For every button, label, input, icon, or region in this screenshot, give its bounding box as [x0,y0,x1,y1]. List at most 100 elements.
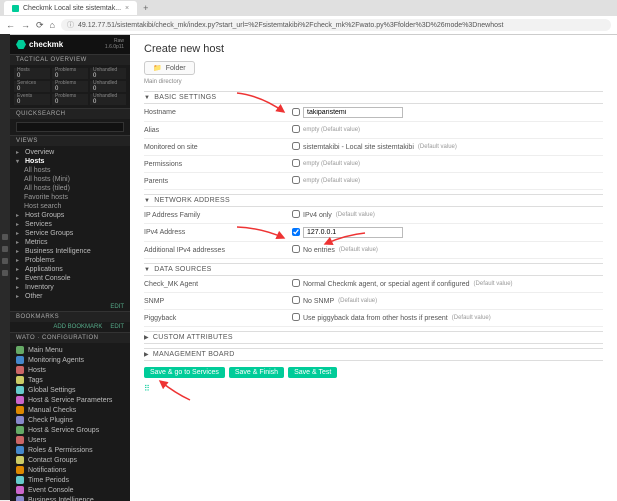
section-data-sources[interactable]: ▼ DATA SOURCES [144,263,603,276]
views-item[interactable]: ▾Hosts [10,157,130,166]
wato-item[interactable]: Main Menu [10,345,130,355]
override-checkbox[interactable] [292,210,300,218]
views-item[interactable]: Host search [10,202,130,211]
wato-item[interactable]: Business Intelligence [10,495,130,501]
views-edit-link[interactable]: EDIT [110,304,124,310]
views-item[interactable]: ▸Metrics [10,238,130,247]
back-button[interactable]: ← [6,20,15,30]
views-item[interactable]: ▸Problems [10,256,130,265]
folder-button[interactable]: 📁 Folder [144,61,195,75]
wato-item[interactable]: Tags [10,375,130,385]
form-row: Hostname [144,104,603,122]
url-text: 49.12.77.51/sistemtakibi/check_mk/index.… [78,22,503,29]
views-item[interactable]: ▸Service Groups [10,229,130,238]
wato-item[interactable]: Host & Service Parameters [10,395,130,405]
wato-item[interactable]: Global Settings [10,385,130,395]
views-item[interactable]: ▸Services [10,220,130,229]
tactical-cell[interactable]: Unhandled0 [90,94,126,105]
section-network-address[interactable]: ▼ NETWORK ADDRESS [144,194,603,207]
rail-icon[interactable] [2,258,8,264]
views-item[interactable]: ▸Applications [10,265,130,274]
tactical-cell[interactable]: Events0 [14,94,50,105]
override-checkbox[interactable] [292,125,300,133]
caret-icon: ▸ [16,248,21,255]
override-checkbox[interactable] [292,313,300,321]
caret-icon: ▸ [16,212,21,219]
wato-item[interactable]: Monitoring Agents [10,355,130,365]
section-custom-attributes[interactable]: ▶ CUSTOM ATTRIBUTES [144,331,603,344]
close-tab-icon[interactable]: × [125,5,129,12]
override-checkbox[interactable] [292,228,300,236]
wato-item-label: Roles & Permissions [28,447,93,454]
views-item[interactable]: All hosts [10,166,130,175]
views-item[interactable]: ▸Business Intelligence [10,247,130,256]
tactical-cell[interactable]: Unhandled0 [90,81,126,92]
wato-item[interactable]: Users [10,435,130,445]
views-item[interactable]: ▸Event Console [10,274,130,283]
wato-item[interactable]: Event Console [10,485,130,495]
wato-item[interactable]: Manual Checks [10,405,130,415]
drag-handle-icon[interactable]: ⠿ [144,384,603,393]
bookmarks-edit-link[interactable]: EDIT [110,324,124,330]
home-button[interactable]: ⌂ [50,20,55,30]
views-item[interactable]: ▸Inventory [10,283,130,292]
section-basic-settings[interactable]: ▼ BASIC SETTINGS [144,91,603,104]
save-finish-button[interactable]: Save & Finish [229,367,284,378]
override-checkbox[interactable] [292,159,300,167]
form-row: Alias empty (Default value) [144,122,603,139]
override-checkbox[interactable] [292,108,300,116]
views-item[interactable]: Favorite hosts [10,193,130,202]
wato-item[interactable]: Notifications [10,465,130,475]
url-bar[interactable]: ⓘ 49.12.77.51/sistemtakibi/check_mk/inde… [61,19,611,31]
forward-button[interactable]: → [21,20,30,30]
wato-item[interactable]: Roles & Permissions [10,445,130,455]
tactical-cell[interactable]: Services0 [14,81,50,92]
override-checkbox[interactable] [292,176,300,184]
rail-icon[interactable] [2,234,8,240]
wato-item-label: Main Menu [28,347,63,354]
tactical-cell[interactable]: Problems0 [52,94,88,105]
reload-button[interactable]: ⟳ [36,20,44,31]
override-checkbox[interactable] [292,279,300,287]
views-item[interactable]: ▸Host Groups [10,211,130,220]
breadcrumb: Main directory [144,79,603,85]
save-go-services-button[interactable]: Save & go to Services [144,367,225,378]
form-row: IPv4 Address [144,224,603,242]
tactical-cell[interactable]: Problems0 [52,68,88,79]
tab-bar: Checkmk Local site sistemtak... × + [0,0,617,16]
section-management-board[interactable]: ▶ MANAGEMENT BOARD [144,348,603,361]
rail-icon[interactable] [2,270,8,276]
override-checkbox[interactable] [292,296,300,304]
wato-item[interactable]: Check Plugins [10,415,130,425]
override-checkbox[interactable] [292,245,300,253]
logo[interactable]: checkmk [16,40,63,50]
wato-item[interactable]: Contact Groups [10,455,130,465]
browser-tab[interactable]: Checkmk Local site sistemtak... × [4,1,137,15]
rail-icon[interactable] [2,246,8,252]
quicksearch-input[interactable] [16,122,124,132]
add-bookmark-link[interactable]: ADD BOOKMARK [53,324,102,330]
wato-item-icon [16,436,24,444]
save-test-button[interactable]: Save & Test [288,367,337,378]
wato-item[interactable]: Time Periods [10,475,130,485]
override-checkbox[interactable] [292,142,300,150]
wato-item[interactable]: Hosts [10,365,130,375]
wato-item-icon [16,376,24,384]
wato-title: WATO · CONFIGURATION [10,332,130,343]
text-input[interactable] [303,227,403,238]
tactical-cell[interactable]: Problems0 [52,81,88,92]
wato-item[interactable]: Host & Service Groups [10,425,130,435]
tactical-cell[interactable]: Unhandled0 [90,68,126,79]
views-item[interactable]: All hosts (Mini) [10,175,130,184]
text-input[interactable] [303,107,403,118]
form-value: sistemtakibi - Local site sistemtakibi [303,144,414,151]
wato-item-icon [16,476,24,484]
views-item[interactable]: All hosts (tiled) [10,184,130,193]
default-hint: (Default value) [336,212,375,218]
default-hint: (Default value) [418,144,457,150]
views-item[interactable]: ▸Other [10,292,130,301]
new-tab-button[interactable]: + [143,3,148,13]
tactical-cell[interactable]: Hosts0 [14,68,50,79]
views-item[interactable]: ▸Overview [10,148,130,157]
form-value: No SNMP [303,298,334,305]
